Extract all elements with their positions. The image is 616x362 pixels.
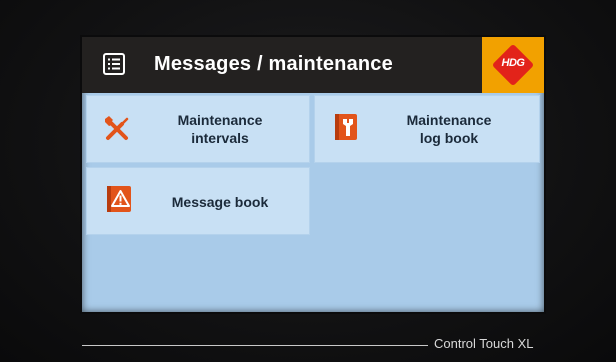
maintenance-log-book-label: Maintenance log book bbox=[406, 112, 492, 146]
menu-list-icon[interactable] bbox=[102, 52, 126, 76]
hdg-logo[interactable]: HDG bbox=[482, 37, 544, 93]
message-book-button[interactable]: Message book bbox=[86, 167, 310, 235]
touch-screen: Messages / maintenance HDG Maintenance i… bbox=[82, 37, 544, 312]
bezel-divider bbox=[82, 345, 428, 346]
device-brand-label: Control Touch XL bbox=[434, 336, 534, 351]
message-book-label: Message book bbox=[171, 194, 269, 210]
tools-icon bbox=[102, 114, 132, 144]
wrench-book-icon bbox=[331, 112, 361, 142]
page-title: Messages / maintenance bbox=[154, 53, 393, 75]
maintenance-log-book-button[interactable]: Maintenance log book bbox=[314, 95, 540, 163]
maintenance-intervals-label: Maintenance intervals bbox=[177, 112, 263, 146]
device-bezel: Messages / maintenance HDG Maintenance i… bbox=[0, 0, 616, 362]
logo-text: HDG bbox=[501, 57, 525, 69]
maintenance-intervals-button[interactable]: Maintenance intervals bbox=[86, 95, 310, 163]
title-bar: Messages / maintenance HDG bbox=[82, 37, 544, 93]
warning-book-icon bbox=[104, 184, 134, 214]
